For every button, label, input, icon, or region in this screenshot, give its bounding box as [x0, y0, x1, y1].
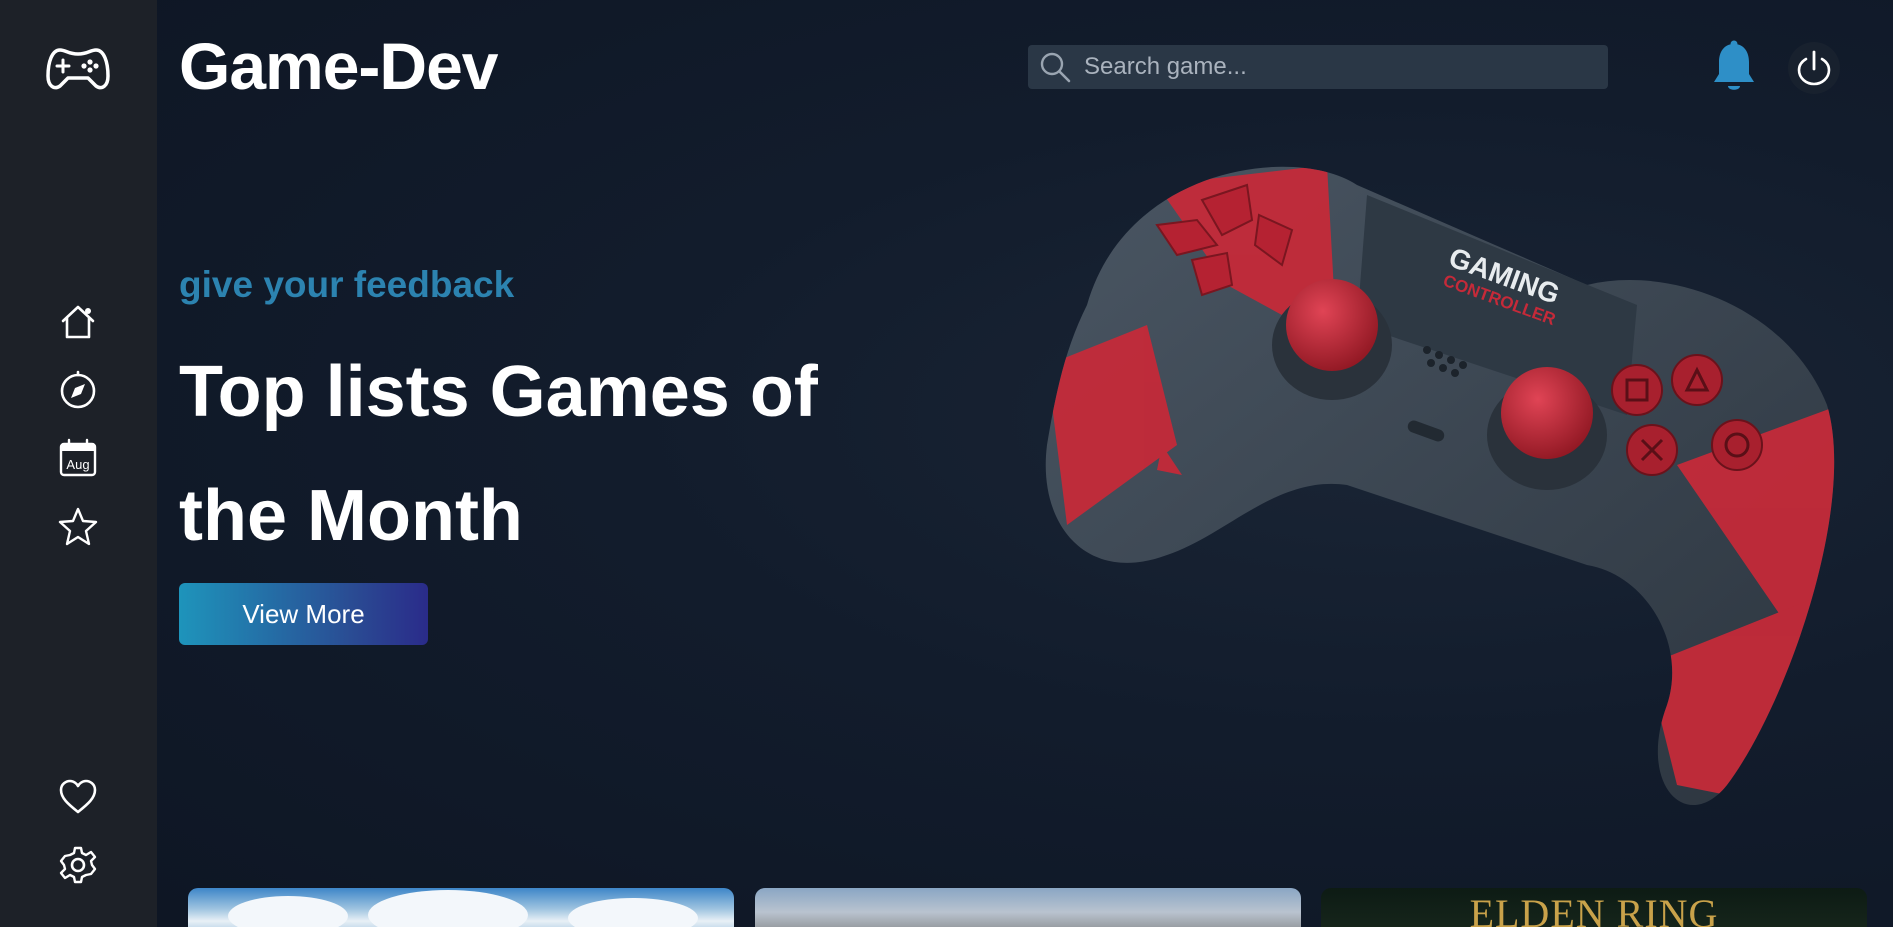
- calendar-month-label: Aug: [66, 457, 89, 472]
- search-input[interactable]: [1084, 53, 1608, 81]
- game-card[interactable]: [755, 888, 1301, 927]
- search-bar[interactable]: [1028, 45, 1608, 89]
- heart-icon[interactable]: [56, 775, 100, 819]
- star-icon[interactable]: [56, 504, 100, 548]
- sidebar: Aug: [0, 0, 157, 927]
- calendar-icon[interactable]: Aug: [56, 436, 100, 480]
- hero-headline: Top lists Games of the Month: [179, 352, 818, 556]
- game-card[interactable]: ELDEN RING: [1321, 888, 1867, 927]
- home-icon[interactable]: [56, 300, 100, 344]
- gaming-controller-image: GAMING CONTROLLER: [1045, 166, 1835, 806]
- brand-title: Game-Dev: [179, 29, 498, 103]
- game-cards-row: ELDEN RING: [188, 888, 1893, 927]
- hero-eyebrow: give your feedback: [179, 264, 515, 305]
- gamepad-icon[interactable]: [46, 38, 110, 98]
- power-icon[interactable]: [1788, 42, 1840, 94]
- game-card-title: ELDEN RING: [1469, 891, 1719, 927]
- search-icon: [1040, 52, 1071, 83]
- main-content: Game-Dev give your feedback Top lists Ga…: [157, 0, 1893, 927]
- settings-gear-icon[interactable]: [56, 843, 100, 887]
- bell-icon[interactable]: [1709, 40, 1759, 96]
- compass-icon[interactable]: [56, 368, 100, 412]
- game-card[interactable]: [188, 888, 734, 927]
- view-more-button[interactable]: View More: [179, 583, 428, 645]
